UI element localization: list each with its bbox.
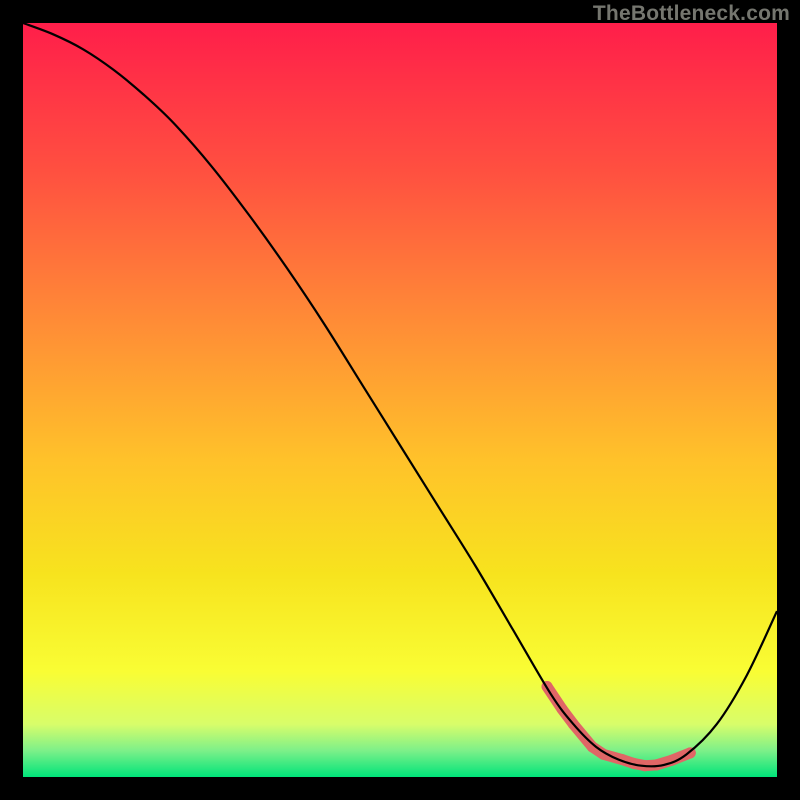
watermark-label: TheBottleneck.com (593, 2, 790, 26)
app-frame: TheBottleneck.com (0, 0, 800, 800)
chart-svg (23, 23, 777, 777)
gradient-rect (23, 23, 777, 777)
plot-area (23, 23, 777, 777)
